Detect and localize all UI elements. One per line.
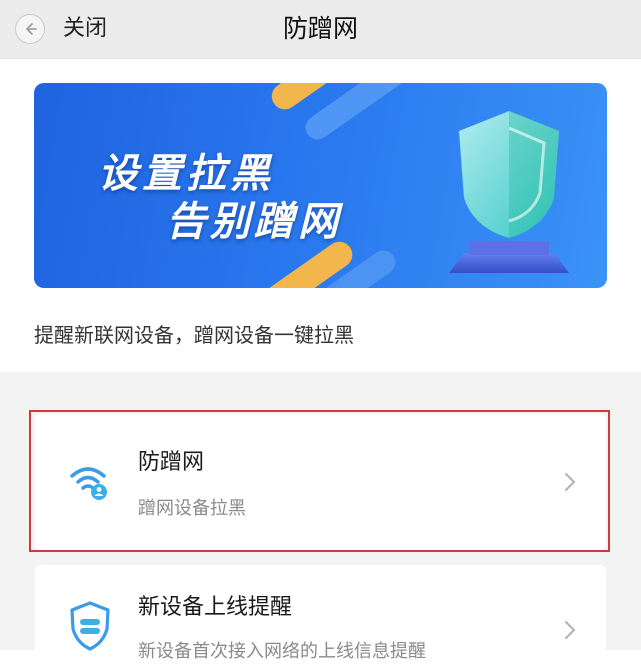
shield-illustration-icon bbox=[449, 111, 569, 273]
top-bar: 关闭 防蹭网 bbox=[0, 0, 641, 59]
wifi-user-icon bbox=[70, 467, 107, 500]
card-title: 新设备上线提醒 bbox=[138, 595, 293, 620]
promo-banner: 设置拉黑 告别蹭网 bbox=[34, 83, 607, 288]
card-description: 蹭网设备拉黑 bbox=[138, 498, 246, 519]
new-device-alert-card[interactable]: 新设备上线提醒 新设备首次接入网络的上线信息提醒 bbox=[35, 565, 606, 665]
banner-headline-2: 告别蹭网 bbox=[166, 199, 342, 245]
feature-description: 提醒新联网设备，蹭网设备一键拉黑 bbox=[34, 323, 354, 347]
page-title: 防蹭网 bbox=[282, 14, 358, 43]
card-description: 新设备首次接入网络的上线信息提醒 bbox=[138, 641, 426, 662]
banner-stripe-blue bbox=[300, 83, 422, 145]
shield-icon bbox=[70, 601, 110, 651]
chevron-right-icon bbox=[565, 473, 576, 491]
card-title: 防蹭网 bbox=[138, 450, 205, 475]
chevron-right-icon bbox=[565, 621, 576, 639]
anti-freeloading-card[interactable]: 防蹭网 蹭网设备拉黑 bbox=[35, 414, 606, 550]
